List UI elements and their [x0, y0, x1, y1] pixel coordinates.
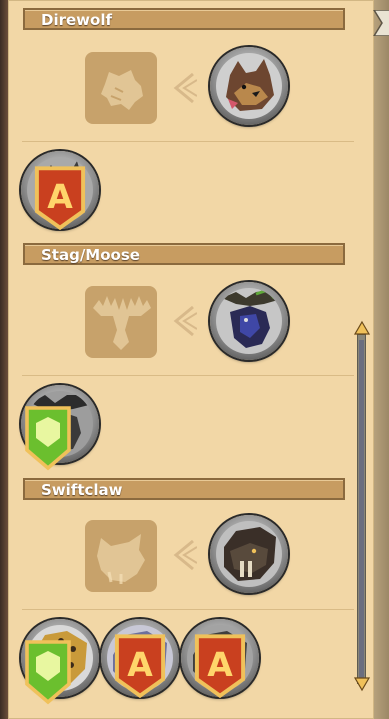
- section-header-swiftclaw[interactable]: Swiftclaw: [23, 478, 345, 500]
- wolf-silhouette-icon[interactable]: [85, 52, 157, 124]
- chevron-left-icon: [173, 539, 197, 571]
- direwolf-mount-portrait[interactable]: [210, 47, 288, 125]
- svg-text:A: A: [207, 645, 233, 684]
- section-divider: [22, 141, 354, 142]
- section-divider: [22, 609, 354, 610]
- tier-a-badge-icon: A: [194, 634, 246, 699]
- svg-text:A: A: [47, 177, 73, 216]
- armored-moose-portrait[interactable]: [21, 385, 99, 471]
- leopard-swiftclaw-portrait[interactable]: [21, 619, 99, 705]
- tier-a-badge-icon: A: [114, 634, 166, 699]
- section-title: Direwolf: [41, 11, 112, 29]
- moose-mount-portrait[interactable]: [210, 282, 288, 360]
- section-title: Swiftclaw: [41, 481, 123, 499]
- section-header-stag-moose[interactable]: Stag/Moose: [23, 243, 345, 265]
- scroll-down-arrow-icon[interactable]: [353, 676, 371, 692]
- direwolf-icon: [216, 53, 282, 119]
- corner-ornament-icon: [373, 10, 389, 36]
- section-header-direwolf[interactable]: Direwolf: [23, 8, 345, 30]
- stone-swiftclaw-portrait[interactable]: A: [181, 619, 259, 699]
- armored-direwolf-portrait[interactable]: A: [21, 151, 99, 231]
- swiftclaw-icon: [216, 521, 282, 587]
- moose-silhouette-icon[interactable]: [85, 286, 157, 358]
- chevron-left-icon: [173, 305, 197, 337]
- mount-list-panel: [8, 0, 374, 719]
- swiftclaw-mount-portrait[interactable]: [210, 515, 288, 593]
- tier-green-badge-icon: [25, 640, 71, 705]
- left-frame-trim: [0, 0, 8, 719]
- svg-text:A: A: [127, 645, 153, 684]
- tier-a-badge-icon: A: [34, 166, 86, 231]
- chevron-left-icon: [173, 72, 197, 104]
- scroll-up-arrow-icon[interactable]: [353, 320, 371, 336]
- tier-green-badge-icon: [25, 406, 71, 471]
- scrollbar-thumb[interactable]: [359, 340, 364, 678]
- moose-icon: [216, 288, 282, 354]
- right-frame-edge: [374, 0, 389, 719]
- section-divider: [22, 375, 354, 376]
- section-title: Stag/Moose: [41, 246, 140, 264]
- cat-silhouette-icon[interactable]: [85, 520, 157, 592]
- frost-swiftclaw-portrait[interactable]: A: [101, 619, 179, 699]
